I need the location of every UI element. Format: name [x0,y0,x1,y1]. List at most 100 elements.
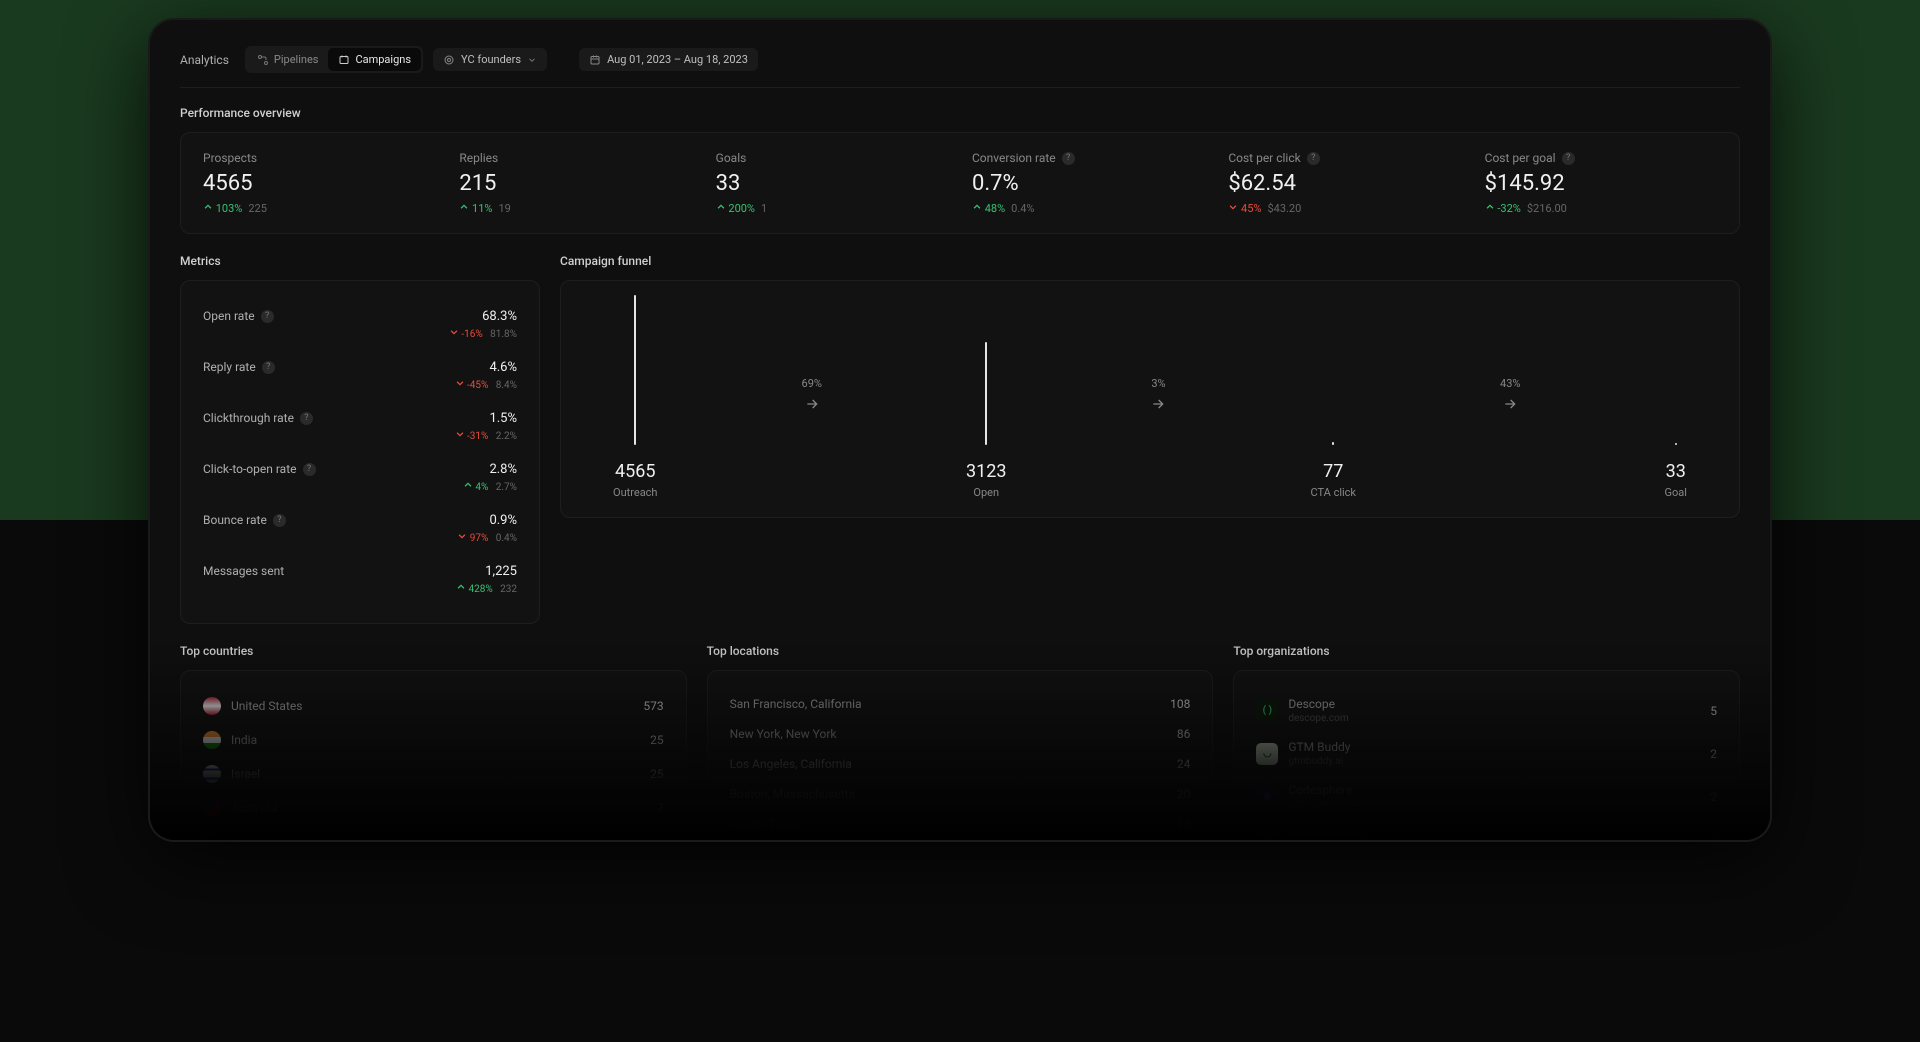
location-row[interactable]: Boston, Massachusetts 20 [730,779,1191,809]
country-name: Australia [231,801,278,815]
location-name: New York, New York [730,727,837,741]
help-icon[interactable]: ? [300,412,313,425]
country-row[interactable]: United Kingdom 6 [203,825,664,840]
stat-value: $62.54 [1228,171,1460,196]
country-value: 25 [650,767,664,781]
date-range-picker[interactable]: Aug 01, 2023 – Aug 18, 2023 [579,48,758,71]
funnel-value: 33 [1666,461,1686,482]
tab-pipelines[interactable]: Pipelines [247,48,329,71]
trend-down-icon: -31% [455,431,489,442]
organizations-section: Top organizations ( ) Descope descope.co… [1233,644,1740,840]
organization-row[interactable]: ◡ GTM Buddy gtmbuddy.ai 2 [1256,732,1717,775]
funnel-label: Goal [1665,486,1687,499]
funnel-conversion: 69% [802,377,822,412]
trend-up-icon: -32% [1485,202,1521,215]
overview-stat: Cost per goal ? $145.92 -32% $216.00 [1485,151,1717,215]
stat-value: 4565 [203,171,435,196]
metric-label: Open rate ? [203,309,274,323]
stat-value: $145.92 [1485,171,1717,196]
help-icon[interactable]: ? [303,463,316,476]
country-row[interactable]: Israel 25 [203,757,664,791]
stat-label: Cost per goal ? [1485,151,1717,165]
pipelines-icon [257,54,269,66]
tab-campaigns[interactable]: Campaigns [328,48,421,71]
stat-delta: 48% 0.4% [972,202,1204,215]
locations-card: San Francisco, California 108 New York, … [707,670,1214,840]
location-row[interactable]: New York, New York 86 [730,719,1191,749]
campaign-selector[interactable]: YC founders [433,48,547,71]
funnel-label: Outreach [613,486,658,499]
metric-value: 68.3% [449,309,517,324]
metric-delta: 4% 2.7% [463,480,517,493]
metric-value: 1.5% [455,411,517,426]
org-value: 2 [1710,790,1717,804]
date-range-label: Aug 01, 2023 – Aug 18, 2023 [607,53,748,66]
metric-row: Open rate ? 68.3% -16% 81.8% [203,299,517,350]
metric-delta: 97% 0.4% [457,531,517,544]
location-row[interactable]: Austin, Texas 15 [730,809,1191,839]
country-value: 573 [643,699,663,713]
org-domain: descope.com [1288,713,1348,724]
org-domain: gtmbuddy.ai [1288,756,1350,767]
org-logo-icon: ▶ [1256,829,1278,841]
org-name: Descope [1288,697,1348,711]
organization-row[interactable]: ▶ EngageRocket engagerocket.co 2 [1256,818,1717,840]
section-title: Performance overview [180,106,1740,120]
metric-delta: -31% 2.2% [455,429,517,442]
organization-row[interactable]: ◉ Codesphere codesphere.com 2 [1256,775,1717,818]
funnel-step: 4565 Outreach [613,295,658,499]
trend-up-icon: 4% [463,482,488,493]
help-icon[interactable]: ? [262,361,275,374]
organization-row[interactable]: ( ) Descope descope.com 5 [1256,689,1717,732]
funnel-value: 3123 [966,461,1006,482]
overview-stat: Conversion rate ? 0.7% 48% 0.4% [972,151,1204,215]
arrow-right-icon [1150,396,1166,412]
org-name: Codesphere [1288,783,1362,797]
funnel-card: 4565 Outreach 69% 3123 Open 3% 77 CTA cl… [560,280,1740,518]
help-icon[interactable]: ? [273,514,286,527]
metric-row: Click-to-open rate ? 2.8% 4% 2.7% [203,452,517,503]
help-icon[interactable]: ? [1307,152,1320,165]
country-row[interactable]: United States 573 [203,689,664,723]
overview-card: Prospects 4565 103% 225 Replies 215 11% … [180,132,1740,234]
country-row[interactable]: India 25 [203,723,664,757]
stat-label: Replies [459,151,691,165]
overview-section: Performance overview Prospects 4565 103%… [180,106,1740,234]
location-row[interactable]: Seattle, Washington 12 [730,839,1191,840]
org-value: 2 [1710,747,1717,761]
funnel-step: 33 Goal [1665,443,1687,499]
help-icon[interactable]: ? [1062,152,1075,165]
metric-delta: -45% 8.4% [455,378,517,391]
metric-row: Reply rate ? 4.6% -45% 8.4% [203,350,517,401]
flag-icon [203,731,221,749]
country-name: Israel [231,767,260,781]
location-row[interactable]: San Francisco, California 108 [730,689,1191,719]
trend-up-icon: 103% [203,202,242,215]
location-name: San Francisco, California [730,697,862,711]
funnel-step: 3123 Open [966,342,1006,499]
metrics-card: Open rate ? 68.3% -16% 81.8% Reply rate … [180,280,540,624]
funnel-value: 77 [1323,461,1343,482]
tab-label: Campaigns [355,53,411,66]
metric-value: 2.8% [463,462,517,477]
metric-row: Messages sent 1,225 428% 232 [203,554,517,605]
stat-delta: 45% $43.20 [1228,202,1460,215]
funnel-conversion: 43% [1500,377,1520,412]
metric-delta: -16% 81.8% [449,327,517,340]
help-icon[interactable]: ? [1562,152,1575,165]
trend-down-icon: 97% [457,533,488,544]
overview-stat: Goals 33 200% 1 [716,151,948,215]
trend-down-icon: 45% [1228,202,1261,215]
location-row[interactable]: Los Angeles, California 24 [730,749,1191,779]
country-name: India [231,733,257,747]
flag-icon [203,833,221,840]
overview-stat: Prospects 4565 103% 225 [203,151,435,215]
stat-label: Prospects [203,151,435,165]
country-row[interactable]: Australia 7 [203,791,664,825]
stat-delta: -32% $216.00 [1485,202,1717,215]
country-name: United Kingdom [231,835,316,840]
metric-label: Click-to-open rate ? [203,462,316,476]
funnel-label: Open [973,486,999,499]
help-icon[interactable]: ? [261,310,274,323]
conversion-pct: 69% [802,377,822,390]
